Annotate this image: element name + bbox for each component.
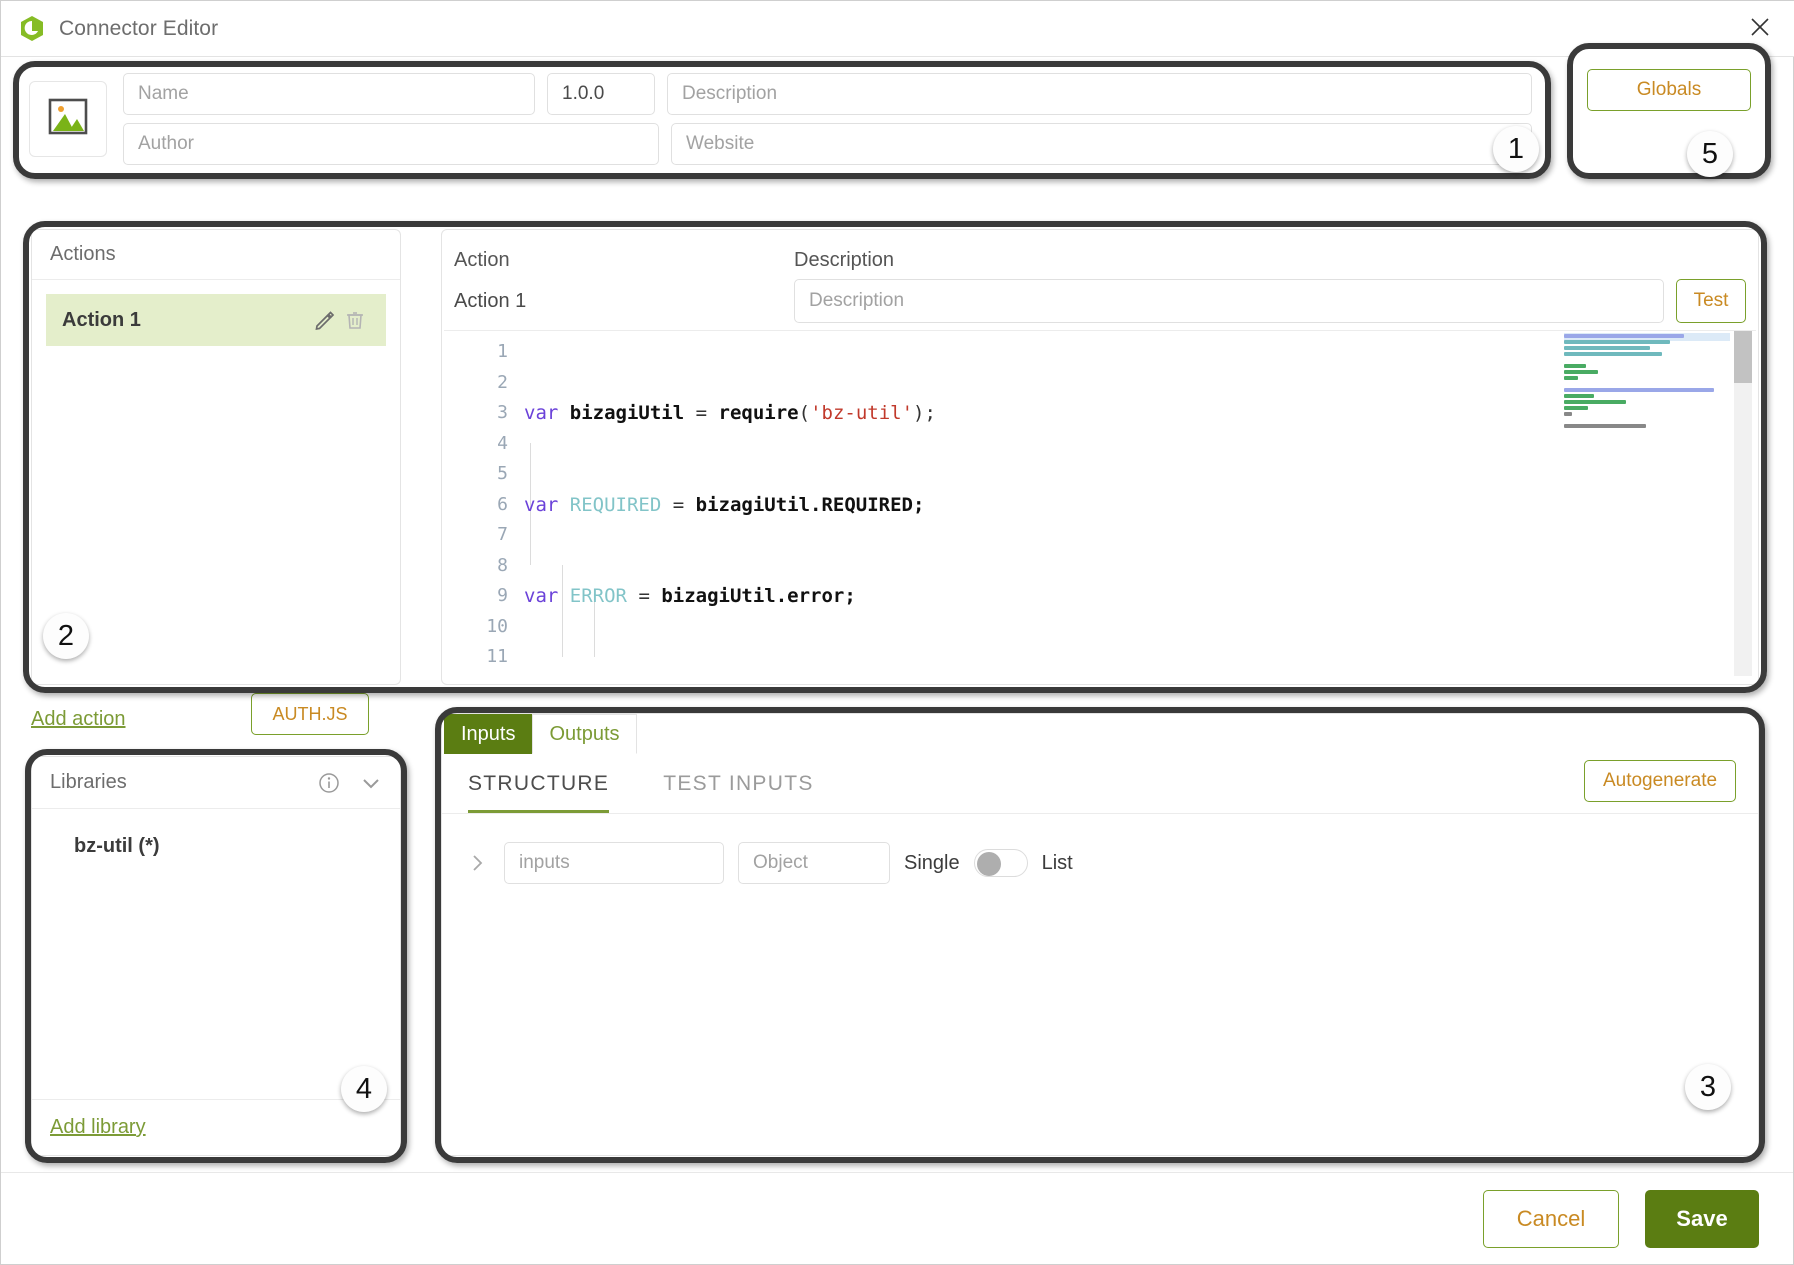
info-icon[interactable] bbox=[314, 768, 344, 798]
bizagi-hex-logo-icon bbox=[19, 15, 45, 43]
toggle-list-label: List bbox=[1041, 851, 1073, 874]
trash-icon[interactable] bbox=[340, 305, 370, 335]
cancel-button[interactable]: Cancel bbox=[1483, 1189, 1619, 1248]
action-name-label: Action 1 bbox=[454, 289, 527, 312]
tab-outputs[interactable]: Outputs bbox=[532, 714, 637, 754]
close-icon[interactable] bbox=[1743, 10, 1777, 44]
sub-tab-structure[interactable]: STRUCTURE bbox=[468, 772, 610, 813]
editor-scrollbar-thumb[interactable] bbox=[1734, 331, 1752, 383]
name-input[interactable]: Name bbox=[123, 73, 535, 115]
libraries-panel-footer: Add library bbox=[32, 1099, 400, 1155]
description-input[interactable]: Description bbox=[667, 73, 1532, 115]
action-detail-row: Action 1 Description Test bbox=[442, 272, 1758, 330]
website-input[interactable]: Website bbox=[671, 123, 1532, 165]
test-button[interactable]: Test bbox=[1676, 279, 1746, 323]
connector-editor-window: Connector Editor Name 1.0.0 Description … bbox=[0, 0, 1794, 1265]
version-input[interactable]: 1.0.0 bbox=[547, 73, 655, 115]
action-list-item-label: Action 1 bbox=[62, 308, 141, 331]
image-placeholder-icon bbox=[47, 98, 89, 141]
callout-4: 4 bbox=[341, 1066, 387, 1112]
tab-inputs[interactable]: Inputs bbox=[444, 714, 533, 754]
toggle-knob bbox=[976, 852, 1001, 876]
io-sub-tabs: STRUCTURE TEST INPUTS Autogenerate bbox=[442, 754, 1758, 814]
libraries-panel-header: Libraries bbox=[32, 757, 400, 809]
chevron-right-icon[interactable] bbox=[464, 850, 490, 876]
sub-tab-test-inputs[interactable]: TEST INPUTS bbox=[663, 772, 813, 813]
chevron-down-icon[interactable] bbox=[356, 768, 386, 798]
callout-3: 3 bbox=[1685, 1064, 1731, 1110]
title-bar: Connector Editor bbox=[1, 1, 1794, 57]
callout-1: 1 bbox=[1493, 126, 1539, 172]
code-content: var bizagiUtil = require('bz-util'); var… bbox=[524, 402, 936, 607]
structure-type-input[interactable]: Object bbox=[738, 842, 890, 884]
add-library-link[interactable]: Add library bbox=[50, 1116, 146, 1139]
globals-button[interactable]: Globals bbox=[1587, 69, 1751, 111]
action-list-item[interactable]: Action 1 bbox=[46, 294, 386, 346]
actions-panel-title: Actions bbox=[32, 230, 400, 280]
connector-image-button[interactable] bbox=[29, 81, 107, 157]
callout-2: 2 bbox=[43, 613, 89, 659]
structure-name-input[interactable]: inputs bbox=[504, 842, 724, 884]
page-title: Connector Editor bbox=[59, 16, 219, 40]
add-action-link[interactable]: Add action bbox=[31, 708, 126, 731]
libraries-panel-title: Libraries bbox=[50, 771, 127, 793]
dialog-footer: Cancel Save bbox=[1, 1172, 1793, 1264]
description-column-label: Description bbox=[794, 249, 895, 271]
author-input[interactable]: Author bbox=[123, 123, 659, 165]
library-list-item[interactable]: bz-util (*) bbox=[32, 809, 400, 858]
connector-metadata-card: Name 1.0.0 Description Author Website bbox=[15, 64, 1546, 174]
action-column-label: Action bbox=[454, 249, 510, 271]
pencil-icon[interactable] bbox=[310, 305, 340, 335]
action-description-input[interactable]: Description bbox=[794, 279, 1664, 323]
single-list-toggle[interactable] bbox=[973, 849, 1028, 877]
structure-row: inputs Object Single List bbox=[442, 814, 1758, 884]
toggle-single-label: Single bbox=[904, 851, 960, 874]
io-panel: Inputs Outputs STRUCTURE TEST INPUTS Aut… bbox=[441, 713, 1759, 1156]
autogenerate-button[interactable]: Autogenerate bbox=[1584, 760, 1736, 802]
code-editor[interactable]: 1234 5678 9101112 13 var bizagiUtil = re… bbox=[444, 330, 1756, 676]
globals-card: Globals bbox=[1569, 45, 1769, 175]
action-code-panel: Action Description Action 1 Description … bbox=[441, 229, 1759, 685]
line-number-gutter: 1234 5678 9101112 13 bbox=[486, 341, 508, 667]
action-code-header: Action Description bbox=[442, 230, 1758, 272]
code-minimap[interactable] bbox=[1564, 333, 1730, 676]
save-button[interactable]: Save bbox=[1645, 1189, 1759, 1248]
callout-5: 5 bbox=[1687, 131, 1733, 177]
auth-js-button[interactable]: AUTH.JS bbox=[251, 693, 369, 735]
actions-panel: Actions Action 1 bbox=[31, 229, 401, 685]
io-tabs: Inputs Outputs bbox=[442, 714, 1758, 754]
